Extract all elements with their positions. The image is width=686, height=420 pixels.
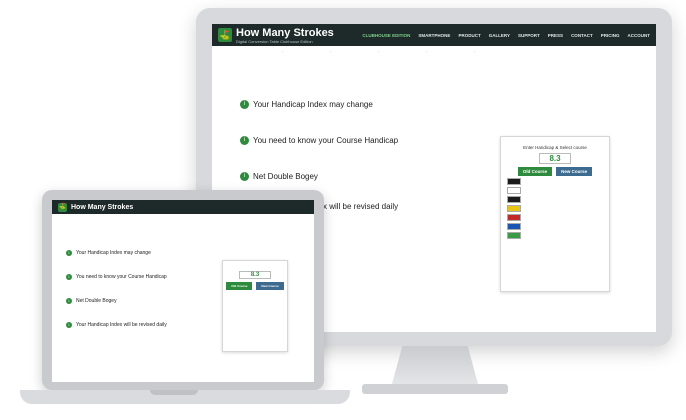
nav-account[interactable]: ACCOUNT <box>628 33 651 38</box>
tee-color-swatch <box>507 223 521 230</box>
site-header: ⛳ How Many Strokes Digital Conversion Ta… <box>212 24 656 46</box>
nav-pricing[interactable]: PRICING <box>601 33 620 38</box>
info-icon: i <box>66 274 72 280</box>
info-icon: i <box>240 100 249 109</box>
site-header: ⛳ How Many Strokes <box>52 200 314 214</box>
laptop-screen: ⛳ How Many Strokes i Your Handicap Index… <box>52 200 314 382</box>
section-title: You need to know your Course Handicap <box>253 136 399 145</box>
old-course-button[interactable]: Old Course <box>517 167 553 176</box>
partner-band <box>52 214 314 244</box>
brand-tagline: Digital Conversion Table Clubhouse Editi… <box>236 38 313 44</box>
tee-row[interactable] <box>507 187 603 194</box>
section-title: You need to know your Course Handicap <box>76 274 167 280</box>
monitor-base <box>362 384 508 394</box>
brand-name: How Many Strokes <box>236 26 334 39</box>
feature-card: · <box>330 50 332 54</box>
nav-product[interactable]: PRODUCT <box>458 33 480 38</box>
nav-contact[interactable]: CONTACT <box>571 33 593 38</box>
tee-color-swatch <box>507 187 521 194</box>
nav-press[interactable]: PRESS <box>548 33 563 38</box>
tee-color-swatch <box>507 178 521 185</box>
tee-color-swatch <box>507 205 521 212</box>
section-text <box>250 112 486 130</box>
handicap-widget: Enter Handicap & Select course 8.3 Old C… <box>500 136 610 292</box>
feature-card: · <box>282 50 284 54</box>
nav-gallery[interactable]: GALLERY <box>489 33 510 38</box>
new-course-button[interactable]: New Course <box>556 167 593 176</box>
golfer-icon: ⛳ <box>58 202 67 212</box>
main-nav: CLUBHOUSE EDITION SMARTPHONE PRODUCT GAL… <box>362 33 650 38</box>
laptop: ⛳ How Many Strokes i Your Handicap Index… <box>42 190 324 390</box>
tee-row[interactable] <box>507 232 603 239</box>
handicap-input[interactable]: 8.3 <box>239 271 271 279</box>
handicap-input[interactable]: 8.3 <box>539 153 571 164</box>
section-title: Your Handicap Index may change <box>76 250 151 256</box>
section-heading: i Your Handicap Index may change <box>66 250 314 256</box>
tee-row[interactable] <box>507 196 603 203</box>
info-icon: i <box>66 298 72 304</box>
handicap-widget: 8.3 Old Course New Course <box>222 260 288 352</box>
section-title: Your Handicap Index will be revised dail… <box>76 322 167 328</box>
feature-card: · <box>378 50 380 54</box>
section-title: Net Double Bogey <box>76 298 117 304</box>
tee-list <box>501 178 609 239</box>
tee-row[interactable] <box>507 205 603 212</box>
nav-smartphone[interactable]: SMARTPHONE <box>418 33 450 38</box>
widget-title: Enter Handicap & Select course <box>523 145 587 150</box>
section-title: Net Double Bogey <box>253 172 318 181</box>
feature-card: · <box>474 50 476 54</box>
section-title: Your Handicap Index may change <box>253 100 373 109</box>
tee-row[interactable] <box>507 223 603 230</box>
site-logo[interactable]: ⛳ How Many Strokes Digital Conversion Ta… <box>218 27 334 44</box>
tee-color-swatch <box>507 196 521 203</box>
nav-clubhouse[interactable]: CLUBHOUSE EDITION <box>362 33 410 38</box>
partner-band: · · · · · <box>212 46 656 94</box>
monitor-stand <box>392 346 478 384</box>
section-text <box>250 148 486 166</box>
section-heading: i Your Handicap Index may change <box>240 100 656 109</box>
feature-card: · <box>426 50 428 54</box>
info-icon: i <box>66 322 72 328</box>
info-icon: i <box>240 136 249 145</box>
tee-row[interactable] <box>507 178 603 185</box>
nav-support[interactable]: SUPPORT <box>518 33 540 38</box>
golfer-icon: ⛳ <box>218 28 232 42</box>
tee-color-swatch <box>507 214 521 221</box>
new-course-button[interactable]: New Course <box>256 282 284 290</box>
laptop-notch <box>150 390 198 395</box>
brand-name: How Many Strokes <box>71 203 134 211</box>
info-icon: i <box>240 172 249 181</box>
site-logo[interactable]: ⛳ How Many Strokes <box>58 202 134 212</box>
tee-color-swatch <box>507 232 521 239</box>
info-icon: i <box>66 250 72 256</box>
old-course-button[interactable]: Old Course <box>226 282 253 290</box>
tee-row[interactable] <box>507 214 603 221</box>
